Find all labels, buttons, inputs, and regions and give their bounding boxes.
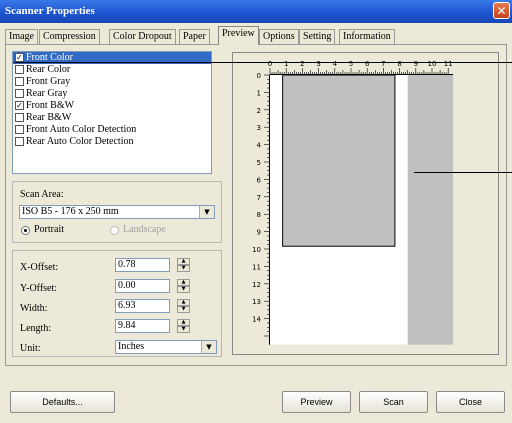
x-offset-label: X-Offset: — [20, 262, 59, 273]
ruler-left-label: 2 — [257, 107, 261, 115]
tab-image[interactable]: Image — [5, 29, 38, 44]
landscape-label: Landscape — [123, 224, 166, 235]
ruler-left-label: 7 — [257, 194, 261, 202]
spin-up-icon[interactable]: ▲ — [177, 319, 190, 326]
tab-options[interactable]: Options — [259, 29, 299, 44]
tab-preview[interactable]: Preview — [218, 26, 259, 45]
portrait-label: Portrait — [34, 224, 64, 235]
x-offset-input[interactable]: 0.78 — [115, 258, 170, 272]
spin-up-icon[interactable]: ▲ — [177, 258, 190, 265]
ruler-left-label: 4 — [257, 142, 262, 150]
width-label: Width: — [20, 303, 48, 314]
spin-down-icon[interactable]: ▼ — [177, 286, 190, 293]
ruler-left-label: 5 — [257, 159, 261, 167]
ruler-left-label: 10 — [252, 246, 261, 254]
preview-canvas[interactable]: 0 1 2 3 4 5 6 7 8 9 10 1101234567891011121314 — [233, 53, 498, 354]
preview-area[interactable]: 0 1 2 3 4 5 6 7 8 9 10 11 0 1 2 3 4 5 6 7 8 9 10 11 12 13 14 — [232, 52, 499, 355]
window-title: Scanner Properties — [5, 5, 95, 17]
portrait-radio[interactable] — [21, 226, 30, 235]
spin-up-icon[interactable]: ▲ — [177, 299, 190, 306]
y-offset-label: Y-Offset: — [20, 283, 58, 294]
list-item-rear-bw[interactable]: Rear B&W — [13, 112, 211, 124]
list-item-rear-color[interactable]: Rear Color — [13, 64, 211, 76]
tab-compression[interactable]: Compression — [39, 29, 100, 44]
tab-strip: Image Compression Color Dropout Paper Pr… — [5, 25, 507, 45]
tab-color-dropout[interactable]: Color Dropout — [109, 29, 176, 44]
checkbox-front-gray[interactable] — [15, 77, 24, 86]
spin-down-icon[interactable]: ▼ — [177, 306, 190, 313]
close-icon: ✕ — [496, 4, 507, 18]
tab-information[interactable]: Information — [339, 29, 395, 44]
image-type-list[interactable]: ✓ Front Color Rear Color Front Gray Rear … — [12, 51, 212, 174]
tab-paper[interactable]: Paper — [179, 29, 210, 44]
list-item-front-bw[interactable]: ✓ Front B&W — [13, 100, 211, 112]
ruler-left-label: 12 — [252, 281, 261, 289]
ruler-left-label: 8 — [257, 211, 261, 219]
spin-down-icon[interactable]: ▼ — [177, 265, 190, 272]
checkbox-rear-auto-color[interactable] — [15, 137, 24, 146]
list-item-rear-auto-color[interactable]: Rear Auto Color Detection — [13, 136, 211, 148]
scan-region[interactable] — [282, 74, 396, 247]
checkbox-front-bw[interactable]: ✓ — [15, 101, 24, 110]
close-button[interactable]: Close — [436, 391, 505, 413]
list-item-front-auto-color[interactable]: Front Auto Color Detection — [13, 124, 211, 136]
ruler-left-label: 3 — [257, 124, 261, 132]
ruler-left-label: 13 — [252, 298, 261, 306]
y-offset-input[interactable]: 0.00 — [115, 279, 170, 293]
ruler-left-label: 1 — [257, 89, 261, 97]
ruler-left-label: 11 — [252, 263, 261, 271]
close-window-button[interactable]: ✕ — [493, 2, 510, 19]
callout-line-preview — [414, 172, 512, 173]
y-offset-stepper[interactable]: ▲ ▼ — [177, 279, 190, 293]
length-input[interactable]: 9.84 — [115, 319, 170, 333]
list-item-rear-gray[interactable]: Rear Gray — [13, 88, 211, 100]
spin-up-icon[interactable]: ▲ — [177, 279, 190, 286]
callout-line-list — [14, 62, 512, 63]
length-label: Length: — [20, 323, 52, 334]
tab-setting[interactable]: Setting — [299, 29, 336, 44]
scan-area-label: Scan Area: — [20, 189, 64, 200]
scan-button[interactable]: Scan — [359, 391, 428, 413]
checkbox-front-color[interactable]: ✓ — [15, 53, 24, 62]
preview-button[interactable]: Preview — [282, 391, 351, 413]
ruler-left-label: 6 — [257, 176, 262, 184]
unit-label: Unit: — [20, 343, 41, 354]
chevron-down-icon[interactable]: ▼ — [199, 206, 214, 218]
checkbox-rear-gray[interactable] — [15, 89, 24, 98]
ruler-left-label: 9 — [257, 229, 261, 237]
width-input[interactable]: 6.93 — [115, 299, 170, 313]
title-bar: Scanner Properties ✕ — [0, 0, 512, 23]
list-item-front-gray[interactable]: Front Gray — [13, 76, 211, 88]
landscape-radio[interactable] — [110, 226, 119, 235]
defaults-button[interactable]: Defaults... — [10, 391, 115, 413]
checkbox-rear-bw[interactable] — [15, 113, 24, 122]
x-offset-stepper[interactable]: ▲ ▼ — [177, 258, 190, 272]
checkbox-rear-color[interactable] — [15, 65, 24, 74]
ruler-left-label: 14 — [252, 316, 261, 324]
width-stepper[interactable]: ▲ ▼ — [177, 299, 190, 313]
scan-area-select[interactable]: ISO B5 - 176 x 250 mm ▼ — [19, 205, 215, 219]
spin-down-icon[interactable]: ▼ — [177, 326, 190, 333]
checkbox-front-auto-color[interactable] — [15, 125, 24, 134]
chevron-down-icon[interactable]: ▼ — [201, 341, 216, 353]
ruler-left-label: 0 — [257, 72, 261, 80]
unit-select[interactable]: Inches ▼ — [115, 340, 217, 354]
length-stepper[interactable]: ▲ ▼ — [177, 319, 190, 333]
